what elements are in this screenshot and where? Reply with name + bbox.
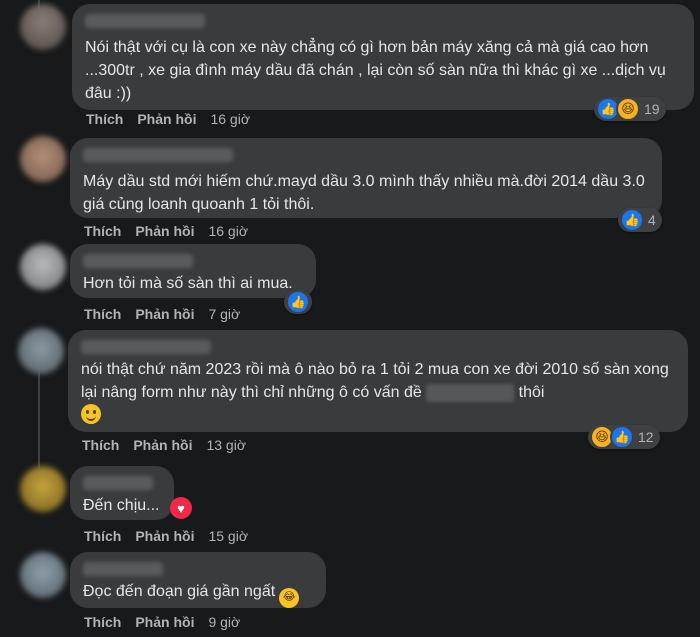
- reaction-summary[interactable]: 👍: [284, 290, 312, 314]
- like-link[interactable]: Thích: [84, 306, 121, 322]
- reply-link[interactable]: Phản hồi: [135, 528, 194, 544]
- like-reaction-icon: 👍: [620, 208, 644, 232]
- like-link[interactable]: Thích: [84, 223, 121, 239]
- avatar[interactable]: [18, 328, 64, 374]
- timestamp[interactable]: 16 giờ: [210, 111, 250, 127]
- comment-text: Máy dầu std mới hiếm chứ.mayd dầu 3.0 mì…: [83, 173, 650, 213]
- avatar[interactable]: [20, 466, 66, 512]
- thread-line: [38, 368, 40, 468]
- avatar[interactable]: [20, 136, 66, 182]
- comment-text-part: Đọc đến đoạn giá gần ngất: [83, 583, 276, 600]
- comment-actions: Thích Phản hồi 15 giờ: [84, 528, 262, 544]
- author-name[interactable]: [83, 254, 193, 268]
- comment-text: Nói thật với cụ là con xe này chẳng có g…: [85, 39, 671, 102]
- love-reaction-icon: ♥: [170, 497, 192, 519]
- avatar[interactable]: [20, 552, 66, 598]
- comment-actions: Thích Phản hồi 16 giờ: [84, 223, 262, 239]
- reaction-count: 19: [644, 101, 660, 117]
- comment-bubble: Nói thật với cụ là con xe này chẳng có g…: [72, 4, 694, 110]
- timestamp[interactable]: 15 giờ: [208, 528, 248, 544]
- smile-emoji-icon: [81, 404, 101, 424]
- reaction-summary[interactable]: 👍 😆 19: [594, 97, 666, 121]
- comment-text: Hơn tỏi mà số sàn thì ai mua.: [83, 275, 293, 292]
- avatar[interactable]: [20, 244, 66, 290]
- comment-actions: Thích Phản hồi 9 giờ: [84, 614, 254, 630]
- reaction-count: 12: [638, 429, 654, 445]
- comment-bubble: Đến chịu...: [70, 466, 174, 520]
- timestamp[interactable]: 7 giờ: [208, 306, 240, 322]
- reply-link[interactable]: Phản hồi: [135, 306, 194, 322]
- comment-actions: Thích Phản hồi 16 giờ: [86, 111, 264, 127]
- comment-text-part: nói thật chứ năm 2023 rồi mà ô nào bỏ ra…: [81, 361, 674, 401]
- reply-link[interactable]: Phản hồi: [133, 437, 192, 453]
- reaction-summary[interactable]: 😆 👍 12: [588, 425, 660, 449]
- timestamp[interactable]: 13 giờ: [206, 437, 246, 453]
- reply-link[interactable]: Phản hồi: [137, 111, 196, 127]
- redacted-text: [426, 383, 515, 402]
- author-name[interactable]: [81, 340, 211, 354]
- comment-text-part: thôi: [518, 384, 545, 401]
- comment-bubble: Đọc đến đoạn giá gần ngất 😂: [70, 552, 326, 608]
- comment-bubble: Hơn tỏi mà số sàn thì ai mua.: [70, 244, 316, 298]
- reaction-summary[interactable]: ♥: [164, 496, 192, 520]
- like-reaction-icon: 👍: [286, 290, 310, 314]
- like-reaction-icon: 👍: [610, 425, 634, 449]
- reply-link[interactable]: Phản hồi: [135, 223, 194, 239]
- like-link[interactable]: Thích: [84, 614, 121, 630]
- like-link[interactable]: Thích: [82, 437, 119, 453]
- like-link[interactable]: Thích: [86, 111, 123, 127]
- author-name[interactable]: [83, 476, 153, 490]
- comment-text: nói thật chứ năm 2023 rồi mà ô nào bỏ ra…: [81, 358, 675, 427]
- author-name[interactable]: [85, 14, 205, 28]
- reaction-summary[interactable]: 👍 4: [618, 208, 662, 232]
- comment-bubble: Máy dầu std mới hiếm chứ.mayd dầu 3.0 mì…: [70, 138, 662, 218]
- author-name[interactable]: [83, 148, 233, 162]
- comment-actions: Thích Phản hồi 7 giờ: [84, 306, 254, 322]
- timestamp[interactable]: 16 giờ: [208, 223, 248, 239]
- timestamp[interactable]: 9 giờ: [208, 614, 240, 630]
- comment-text: Đến chịu...: [83, 497, 160, 514]
- comment-bubble: nói thật chứ năm 2023 rồi mà ô nào bỏ ra…: [68, 330, 688, 432]
- avatar[interactable]: [20, 4, 66, 50]
- comment-text: Đọc đến đoạn giá gần ngất 😂: [83, 580, 313, 608]
- comment-actions: Thích Phản hồi 13 giờ: [82, 437, 260, 453]
- haha-reaction-icon: 😆: [616, 97, 640, 121]
- laughing-emoji-icon: 😂: [279, 587, 300, 608]
- reaction-count: 4: [648, 212, 656, 228]
- author-name[interactable]: [83, 562, 163, 576]
- reply-link[interactable]: Phản hồi: [135, 614, 194, 630]
- like-link[interactable]: Thích: [84, 528, 121, 544]
